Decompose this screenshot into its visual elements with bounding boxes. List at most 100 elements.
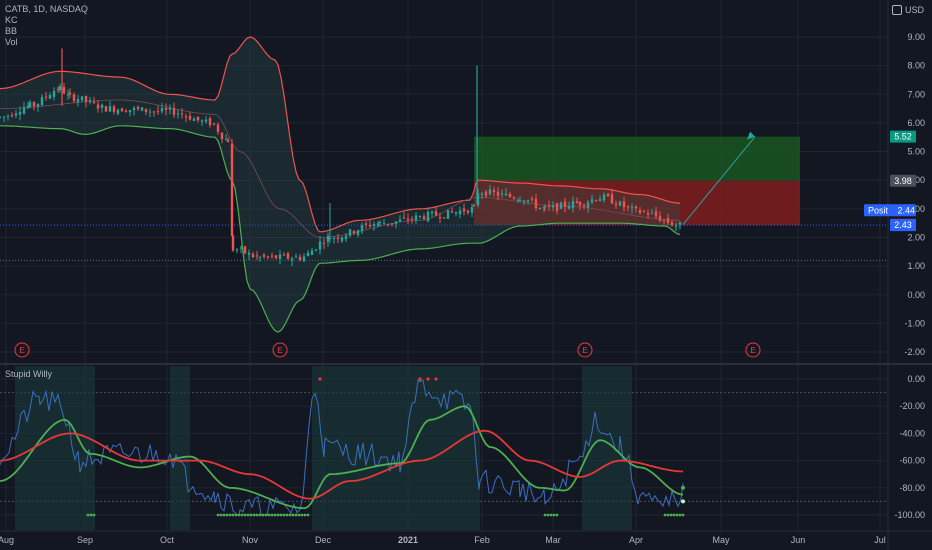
candle-body (220, 132, 224, 140)
osc-bottom-dot (288, 513, 292, 517)
price-tick-label: 0.00 (907, 290, 925, 300)
osc-bottom-dot (86, 513, 90, 517)
candle-body (96, 104, 100, 109)
candle-body (372, 224, 376, 226)
candle-body (112, 106, 116, 112)
month-tick-label: Dec (315, 535, 332, 545)
candle-body (642, 211, 646, 213)
candle-body (88, 100, 92, 102)
candle-body (208, 118, 212, 126)
candle-body (594, 200, 598, 202)
candle-body (286, 253, 290, 259)
osc-bottom-dot (246, 513, 250, 517)
osc-bottom-dot (222, 513, 226, 517)
candle-body (84, 95, 88, 102)
candle-body (164, 107, 168, 110)
candle-body (618, 201, 622, 206)
osc-bottom-dot (294, 513, 298, 517)
indicator-vol[interactable]: Vol (5, 37, 88, 48)
candle-body (332, 238, 336, 240)
candle-body (204, 119, 208, 122)
candle-body (231, 235, 235, 251)
candle-body (196, 116, 200, 121)
osc-bottom-dot (666, 513, 670, 517)
candle-body (152, 111, 156, 113)
osc-bottom-dot (555, 513, 559, 517)
candle-body (518, 200, 522, 202)
earnings-marker-label: E (582, 346, 587, 355)
candle-body (255, 255, 259, 257)
position-value-label: 2.44 (897, 205, 915, 215)
osc-bottom-dot (228, 513, 232, 517)
candle-body (18, 111, 22, 115)
candle-body (670, 222, 674, 226)
osc-zone (312, 366, 480, 530)
candle-body (462, 208, 466, 212)
candle-body (414, 215, 418, 221)
osc-bottom-dot (279, 513, 283, 517)
candle-body (160, 107, 164, 112)
candle-body (426, 212, 430, 222)
candle-body (538, 207, 542, 210)
month-tick-label: Mar (545, 535, 561, 545)
candle-body (454, 212, 458, 214)
candle-body (555, 203, 559, 211)
candle-body (530, 198, 534, 200)
osc-zone (582, 366, 632, 530)
candle-body (678, 222, 682, 225)
candle-body (626, 206, 630, 208)
candle-body (10, 115, 14, 117)
candle-body (344, 235, 348, 240)
osc-bottom-dot (249, 513, 253, 517)
candle-body (496, 191, 500, 196)
osc-tick-label: -60.00 (899, 456, 925, 466)
candle-body (235, 249, 239, 251)
osc-bottom-dot (546, 513, 550, 517)
target-zone (474, 136, 800, 181)
candle-body (382, 223, 386, 225)
indicator-kc[interactable]: KC (5, 15, 88, 26)
month-tick-label: Oct (160, 535, 175, 545)
chart-canvas[interactable]: 9.008.007.006.005.004.003.002.001.000.00… (0, 0, 932, 550)
candle-body (590, 199, 594, 203)
candle-body (606, 193, 610, 197)
candle-body (666, 218, 670, 223)
candle-body (22, 107, 26, 114)
candle-body (148, 111, 152, 113)
osc-last-dot (681, 485, 685, 490)
osc-bottom-dot (237, 513, 241, 517)
symbol-line[interactable]: CATB, 1D, NASDAQ (5, 4, 88, 15)
month-tick-label: 2021 (398, 535, 418, 545)
candle-body (563, 201, 567, 207)
candle-body (630, 207, 634, 209)
osc-tick-label: -40.00 (899, 428, 925, 438)
candle-body (230, 143, 234, 236)
candle-body (68, 92, 72, 95)
currency-label[interactable]: USD (891, 5, 924, 15)
osc-top-dot (418, 377, 422, 381)
indicator-bb[interactable]: BB (5, 26, 88, 37)
osc-zone (170, 366, 190, 530)
osc-bottom-dot (225, 513, 229, 517)
price-tick-label: 1.00 (907, 261, 925, 271)
month-tick-label: Sep (77, 535, 93, 545)
osc-tick-label: -20.00 (899, 401, 925, 411)
osc-top-dot (434, 377, 438, 381)
osc-bottom-dot (552, 513, 556, 517)
candle-body (504, 193, 508, 196)
candle-body (484, 191, 488, 196)
candle-body (192, 118, 196, 121)
candle-body (376, 223, 380, 226)
osc-bottom-dot (243, 513, 247, 517)
price-tick-label: 6.00 (907, 118, 925, 128)
oscillator-title[interactable]: Stupid Willy (5, 369, 52, 379)
candle-body (364, 223, 368, 225)
candle-body (492, 189, 496, 193)
candle-body (270, 255, 274, 257)
candle-body (402, 217, 406, 219)
candle-body (622, 201, 626, 208)
osc-bottom-dot (549, 513, 553, 517)
month-tick-label: Apr (629, 535, 643, 545)
candle-body (132, 107, 136, 111)
oscillator (0, 366, 685, 530)
